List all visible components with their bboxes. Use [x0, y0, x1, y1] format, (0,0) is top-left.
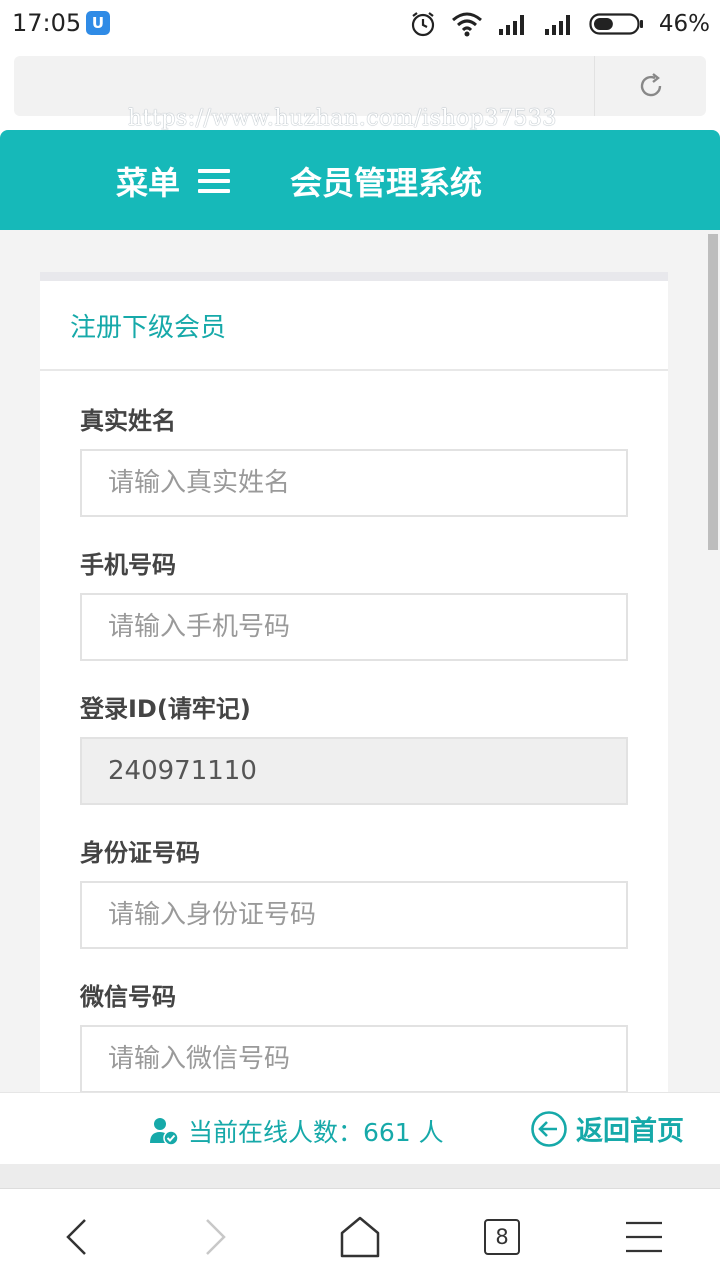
reload-button[interactable]: [594, 56, 706, 116]
home-icon: [340, 1216, 380, 1258]
phone-input[interactable]: [80, 593, 628, 661]
scrollbar-thumb[interactable]: [708, 234, 718, 550]
nav-menu-button[interactable]: [618, 1211, 670, 1263]
app-header: 菜单 会员管理系统: [0, 130, 720, 230]
back-home-label: 返回首页: [576, 1116, 684, 1147]
menu-label: 菜单: [116, 164, 181, 202]
menu-icon: [626, 1221, 662, 1253]
register-card: 注册下级会员 真实姓名 手机号码 登录ID(请牢记) 身份证号码 微信号码: [40, 272, 668, 1092]
arrow-left-circle-icon: [531, 1110, 567, 1147]
back-home-button[interactable]: 返回首页: [530, 1109, 684, 1148]
browser-nav-bar: 8: [0, 1188, 720, 1280]
id-card-label: 身份证号码: [80, 839, 200, 867]
nav-forward-button[interactable]: [190, 1211, 242, 1263]
online-count: 当前在线人数：661 人: [148, 1113, 444, 1149]
login-id-label: 登录ID(请牢记): [80, 695, 251, 723]
online-count-text: 当前在线人数：661 人: [188, 1118, 444, 1147]
id-card-input[interactable]: [80, 881, 628, 949]
battery-icon: [589, 13, 643, 35]
menu-button[interactable]: 菜单: [116, 158, 231, 204]
reload-icon: [640, 73, 661, 97]
wechat-label: 微信号码: [80, 983, 176, 1011]
real-name-input[interactable]: [80, 449, 628, 517]
tabs-count: 8: [484, 1219, 520, 1255]
status-time: 17:05: [12, 9, 82, 37]
nav-tabs-button[interactable]: 8: [476, 1211, 528, 1263]
signal-icon: [544, 15, 570, 35]
signal-icon: [498, 15, 524, 35]
wechat-input[interactable]: [80, 1025, 628, 1092]
app-title: 会员管理系统: [290, 164, 483, 202]
chevron-left-icon: [66, 1219, 86, 1255]
wifi-icon: [451, 12, 482, 37]
alarm-icon: [411, 12, 434, 37]
login-id-input[interactable]: [80, 737, 628, 805]
card-title: 注册下级会员: [70, 312, 227, 343]
watermark-text: https://www.huzhan.com/ishop37533: [128, 106, 557, 131]
battery-percent: 46%: [658, 11, 710, 37]
content-area: 注册下级会员 真实姓名 手机号码 登录ID(请牢记) 身份证号码 微信号码: [0, 230, 720, 1092]
info-bar: 当前在线人数：661 人 返回首页: [0, 1092, 720, 1164]
status-bar: 17:05 U 46%: [0, 0, 720, 48]
card-header: 注册下级会员: [40, 281, 668, 371]
app-notification-icon: U: [86, 11, 110, 35]
nav-home-button[interactable]: [334, 1211, 386, 1263]
phone-label: 手机号码: [80, 551, 176, 579]
online-user-icon: [150, 1118, 179, 1146]
hamburger-icon: [198, 169, 231, 193]
page-bottom-strip: [0, 1164, 720, 1188]
real-name-label: 真实姓名: [80, 407, 176, 435]
status-icons: 46%: [409, 8, 710, 40]
chevron-right-icon: [206, 1219, 226, 1255]
nav-back-button[interactable]: [50, 1211, 102, 1263]
